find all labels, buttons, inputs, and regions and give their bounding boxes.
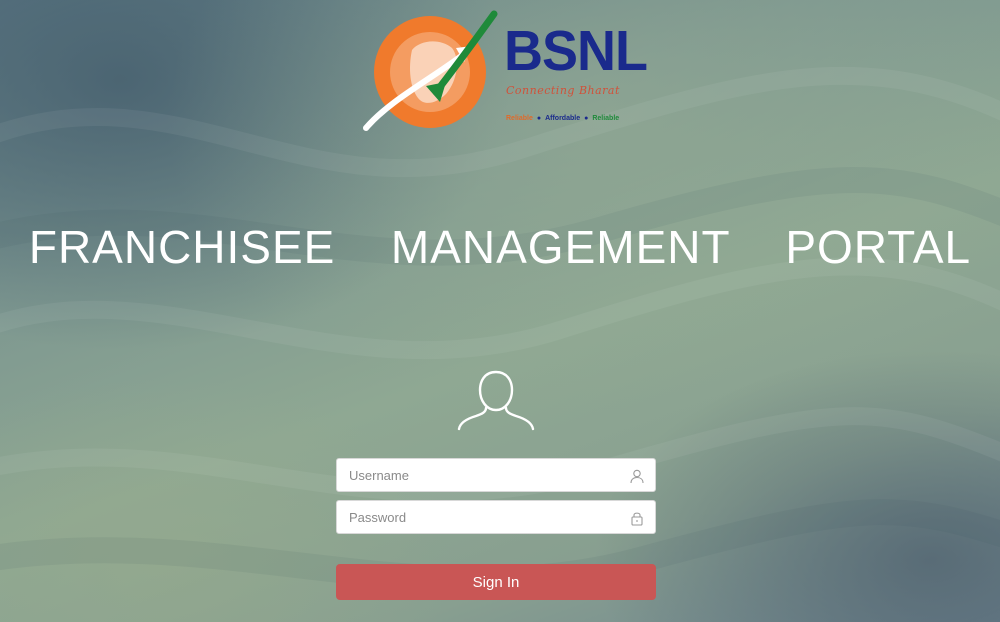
brand-value-2: Affordable [545,115,581,122]
brand-values: Reliable ● Affordable ● Reliable [506,115,619,122]
brand-value-3: Reliable [592,115,620,122]
password-field[interactable] [336,500,656,534]
brand-name: BSNL [504,19,648,83]
sign-in-button[interactable]: Sign In [336,564,656,600]
lock-icon [631,512,643,526]
user-outline-icon [457,370,535,431]
brand-value-1: Reliable [506,115,533,122]
user-icon [630,469,644,484]
page-title: FRANCHISEE MANAGEMENT PORTAL [28,221,972,273]
username-field[interactable] [336,458,656,492]
password-input[interactable] [337,501,655,533]
bsnl-emblem-icon [363,10,498,131]
value-separator: ● [584,115,589,122]
value-separator: ● [536,115,542,122]
brand-tagline: Connecting Bharat [506,84,620,97]
bsnl-logo: BSNL Connecting Bharat Reliable ● Affordab… [360,10,648,135]
username-input[interactable] [337,459,655,491]
